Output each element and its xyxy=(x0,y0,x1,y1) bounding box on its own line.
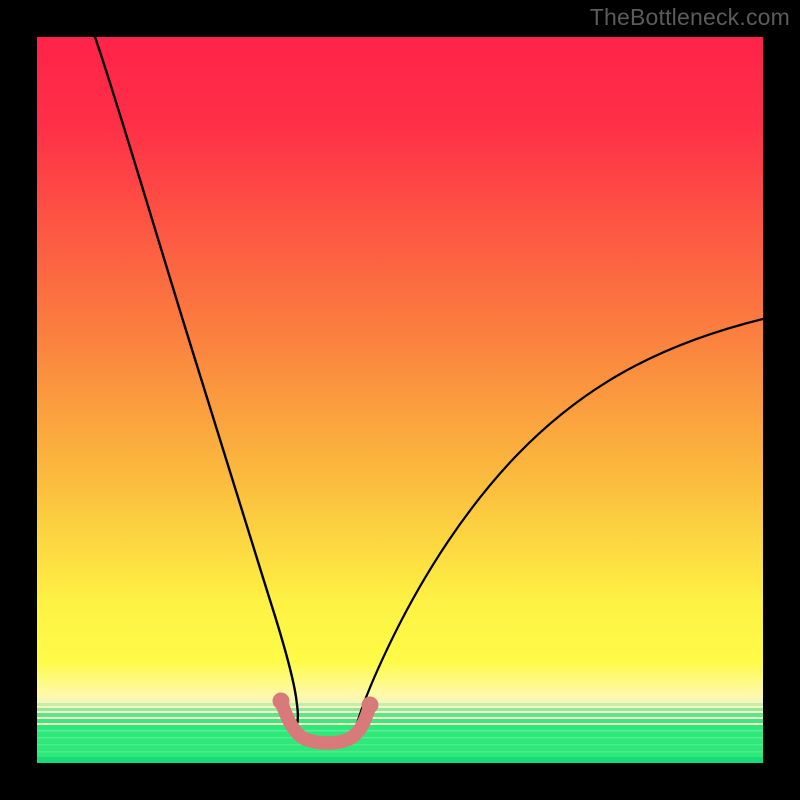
gradient-fill xyxy=(37,37,763,763)
chart-stage: TheBottleneck.com xyxy=(0,0,800,800)
green-band xyxy=(37,698,763,763)
marker-right-endpoint xyxy=(362,697,379,714)
plot-svg xyxy=(37,37,763,763)
plot-area xyxy=(37,37,763,763)
watermark-text: TheBottleneck.com xyxy=(590,4,790,31)
marker-left-endpoint xyxy=(273,693,290,710)
